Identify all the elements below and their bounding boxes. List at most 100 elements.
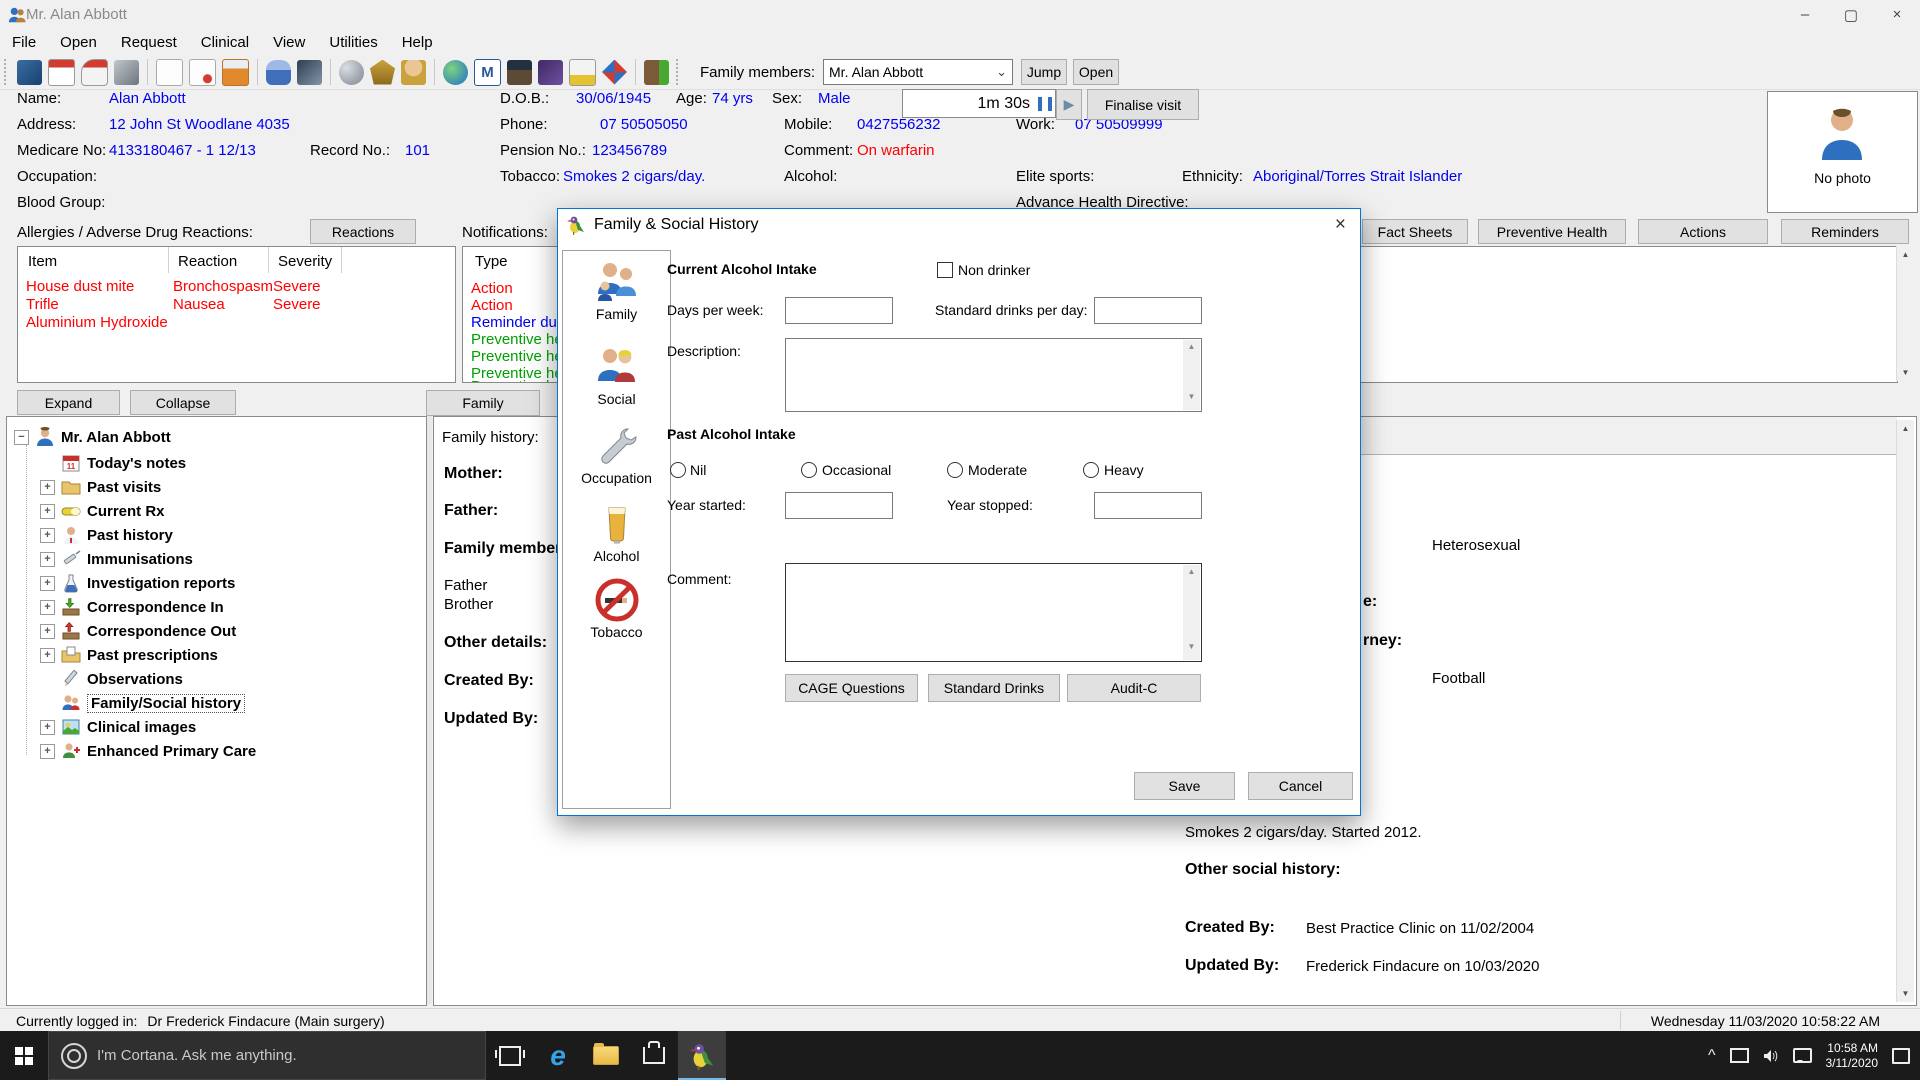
- appointment-search-icon[interactable]: [81, 59, 108, 86]
- utilities-icon[interactable]: [602, 60, 627, 85]
- edge-icon[interactable]: e: [534, 1031, 582, 1080]
- notification-row[interactable]: Preventive he: [471, 348, 563, 365]
- tree-item-correspondence-in[interactable]: + Correspondence In: [40, 597, 224, 617]
- tray-speaker-icon[interactable]: [1763, 1049, 1779, 1063]
- menu-request[interactable]: Request: [109, 31, 189, 54]
- save-button[interactable]: Save: [1134, 772, 1235, 800]
- notification-col-type[interactable]: Type: [475, 253, 508, 270]
- appointment-book-icon[interactable]: [48, 59, 75, 86]
- expand-box-icon[interactable]: +: [40, 744, 55, 759]
- year-started-input[interactable]: [785, 492, 893, 519]
- minimize-button[interactable]: –: [1782, 0, 1828, 29]
- play-button[interactable]: ▶: [1056, 89, 1082, 120]
- notification-row[interactable]: Preventive he: [471, 378, 563, 383]
- splitter[interactable]: [427, 416, 432, 1004]
- cancel-button[interactable]: Cancel: [1248, 772, 1353, 800]
- patient-icon[interactable]: [401, 60, 426, 85]
- standard-drinks-button[interactable]: Standard Drinks: [928, 674, 1060, 702]
- education-icon[interactable]: [507, 60, 532, 85]
- std-drinks-input[interactable]: [1094, 297, 1202, 324]
- menu-view[interactable]: View: [261, 31, 317, 54]
- tree-item-observations[interactable]: Observations: [40, 669, 183, 689]
- family-members-select[interactable]: Mr. Alan Abbott ⌄: [823, 59, 1013, 85]
- collapse-button[interactable]: Collapse: [130, 390, 236, 415]
- panel-scrollbar[interactable]: ▲ ▼: [1896, 420, 1914, 1002]
- tab-reminders[interactable]: Reminders: [1781, 219, 1909, 244]
- tree-item-immunisations[interactable]: + Immunisations: [40, 549, 193, 569]
- file-explorer-icon[interactable]: [582, 1031, 630, 1080]
- cage-questions-button[interactable]: CAGE Questions: [785, 674, 918, 702]
- allergy-col-item[interactable]: Item: [28, 253, 57, 270]
- menu-clinical[interactable]: Clinical: [189, 31, 261, 54]
- radio-moderate[interactable]: [947, 462, 963, 478]
- close-button[interactable]: ×: [1874, 0, 1920, 29]
- notification-row[interactable]: Reminder due: [471, 314, 565, 331]
- stethoscope-icon[interactable]: [339, 60, 364, 85]
- tray-clock[interactable]: 10:58 AM 3/11/2020: [1826, 1041, 1879, 1071]
- maximize-button[interactable]: ▢: [1828, 0, 1874, 29]
- tree-item-investigation-reports[interactable]: + Investigation reports: [40, 573, 235, 593]
- scales-icon[interactable]: [370, 60, 395, 85]
- exit-door-icon[interactable]: [644, 60, 669, 85]
- start-button[interactable]: [0, 1031, 48, 1080]
- finalise-visit-button[interactable]: Finalise visit: [1087, 89, 1199, 120]
- menu-open[interactable]: Open: [48, 31, 109, 54]
- tree-root-patient[interactable]: − Mr. Alan Abbott: [14, 427, 171, 447]
- tray-chevron-up-icon[interactable]: ^: [1708, 1047, 1716, 1065]
- jump-button[interactable]: Jump: [1021, 59, 1067, 85]
- expand-box-icon[interactable]: +: [40, 600, 55, 615]
- notification-row[interactable]: Action: [471, 280, 513, 297]
- tree-item-todays-notes[interactable]: 11 Today's notes: [40, 453, 186, 473]
- expand-box-icon[interactable]: +: [40, 552, 55, 567]
- tab-family[interactable]: Family: [426, 390, 540, 416]
- notifications-scrollbar[interactable]: ▲ ▼: [1896, 246, 1914, 381]
- imaging-icon[interactable]: [297, 60, 322, 85]
- internet-icon[interactable]: [443, 60, 468, 85]
- comment-textarea[interactable]: ▲▼: [785, 563, 1202, 662]
- dialog-close-icon[interactable]: ×: [1335, 214, 1346, 236]
- report-printer-icon[interactable]: [569, 59, 596, 86]
- radio-heavy[interactable]: [1083, 462, 1099, 478]
- allergy-col-severity[interactable]: Severity: [278, 253, 332, 270]
- tree-item-past-history[interactable]: + Past history: [40, 525, 173, 545]
- sidebar-item-tobacco[interactable]: Tobacco: [567, 578, 666, 640]
- expand-button[interactable]: Expand: [17, 390, 120, 415]
- tray-display-icon[interactable]: [1730, 1048, 1749, 1063]
- expand-box-icon[interactable]: +: [40, 528, 55, 543]
- sidebar-item-occupation[interactable]: Occupation: [567, 424, 666, 486]
- reactions-button[interactable]: Reactions: [310, 219, 416, 244]
- task-view-icon[interactable]: [486, 1031, 534, 1080]
- tree-item-correspondence-out[interactable]: + Correspondence Out: [40, 621, 236, 641]
- tab-fact-sheets[interactable]: Fact Sheets: [1362, 219, 1468, 244]
- notification-row[interactable]: Action: [471, 297, 513, 314]
- expand-box-icon[interactable]: +: [40, 720, 55, 735]
- tree-item-past-prescriptions[interactable]: + Past prescriptions: [40, 645, 218, 665]
- prescription-bottle-icon[interactable]: [222, 59, 249, 86]
- letter-writer-icon[interactable]: [189, 59, 216, 86]
- year-stopped-input[interactable]: [1094, 492, 1202, 519]
- allergy-col-reaction[interactable]: Reaction: [178, 253, 237, 270]
- new-document-icon[interactable]: [156, 59, 183, 86]
- collapse-box-icon[interactable]: −: [14, 430, 29, 445]
- days-per-week-input[interactable]: [785, 297, 893, 324]
- pause-icon[interactable]: [1038, 97, 1052, 111]
- menu-help[interactable]: Help: [390, 31, 445, 54]
- tree-item-clinical-images[interactable]: + Clinical images: [40, 717, 196, 737]
- tree-item-past-visits[interactable]: + Past visits: [40, 477, 161, 497]
- tab-preventive-health[interactable]: Preventive Health: [1478, 219, 1626, 244]
- best-practice-app-icon[interactable]: [678, 1031, 726, 1080]
- tree-item-enhanced-primary-care[interactable]: + Enhanced Primary Care: [40, 741, 256, 761]
- expand-box-icon[interactable]: +: [40, 504, 55, 519]
- radio-nil[interactable]: [670, 462, 686, 478]
- database-icon[interactable]: [538, 60, 563, 85]
- non-drinker-checkbox[interactable]: [937, 262, 953, 278]
- patient-records-icon[interactable]: [17, 60, 42, 85]
- cortana-search-box[interactable]: I'm Cortana. Ask me anything.: [48, 1031, 486, 1080]
- notification-center-icon[interactable]: [1892, 1048, 1910, 1064]
- specimen-jar-icon[interactable]: [266, 60, 291, 85]
- expand-box-icon[interactable]: +: [40, 480, 55, 495]
- description-textarea[interactable]: ▲▼: [785, 338, 1202, 412]
- sidebar-item-social[interactable]: Social: [567, 345, 666, 407]
- sidebar-item-alcohol[interactable]: Alcohol: [567, 502, 666, 564]
- radio-occasional[interactable]: [801, 462, 817, 478]
